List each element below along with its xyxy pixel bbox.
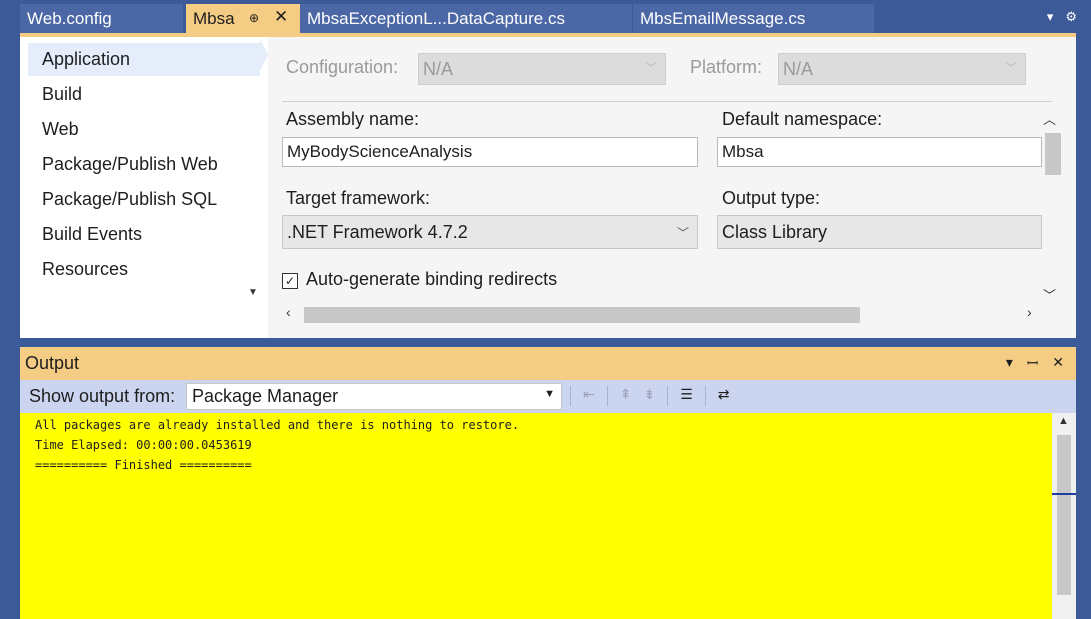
scroll-right-icon[interactable]: › — [1027, 304, 1032, 320]
target-framework-label: Target framework: — [286, 188, 431, 208]
default-namespace-label: Default namespace: — [722, 109, 883, 129]
chevron-down-icon: ﹀ — [644, 61, 657, 75]
output-type-value: Class Library — [722, 221, 828, 242]
nav-item-web[interactable]: Web — [28, 113, 260, 146]
tab-mbs-email-message[interactable]: MbsEmailMessage.cs — [633, 4, 874, 33]
target-framework-select[interactable]: .NET Framework 4.7.2 ﹀ — [282, 215, 698, 249]
close-icon[interactable]: ✕ — [274, 7, 288, 27]
default-namespace-field[interactable]: Mbsa — [717, 137, 1042, 167]
properties-horizontal-scrollbar[interactable]: ‹ › — [282, 303, 1062, 325]
scroll-position-marker — [1052, 493, 1076, 495]
configuration-value: N/A — [423, 58, 454, 79]
output-title-bar: Output ▾ ꟷ ✕ — [20, 347, 1076, 380]
nav-item-application[interactable]: Application — [28, 43, 260, 76]
output-line: Time Elapsed: 00:00:00.0453619 — [35, 438, 252, 452]
document-tab-strip: Web.config Mbsa ⊕ ✕ MbsaExceptionL...Dat… — [20, 4, 1091, 33]
find-message-icon[interactable]: ⇤ — [583, 386, 595, 406]
output-toolbar: Show output from: Package Manager ▼ ⇤ ⇞ … — [20, 380, 1076, 413]
scroll-thumb[interactable] — [1057, 435, 1071, 595]
scroll-left-icon[interactable]: ‹ — [286, 304, 291, 320]
configuration-select: N/A ﹀ — [418, 53, 666, 85]
clear-all-icon[interactable]: ☰ — [680, 386, 693, 406]
scroll-up-icon[interactable]: ▲ — [1058, 415, 1069, 427]
toolbar-separator — [570, 386, 571, 406]
default-namespace-value: Mbsa — [722, 142, 764, 161]
chevron-down-icon: ﹀ — [1004, 61, 1017, 75]
chevron-down-icon: ▼ — [544, 388, 555, 400]
nav-item-package-publish-web[interactable]: Package/Publish Web — [28, 148, 260, 181]
tab-list-dropdown-icon[interactable]: ▾ — [1047, 9, 1054, 25]
tab-mbsa[interactable]: Mbsa ⊕ ✕ — [186, 4, 301, 33]
output-vertical-scrollbar[interactable]: ▲ — [1052, 413, 1076, 619]
nav-item-resources[interactable]: Resources — [28, 253, 260, 286]
tab-strip-tools: ▾ ⚙ — [1047, 9, 1077, 25]
show-output-from-value: Package Manager — [192, 386, 339, 406]
nav-item-build[interactable]: Build — [28, 78, 260, 111]
close-icon[interactable]: ✕ — [1052, 354, 1064, 373]
toolbar-separator — [704, 386, 706, 406]
divider — [282, 101, 1052, 102]
scroll-thumb[interactable] — [304, 307, 860, 323]
toolbar-separator — [606, 386, 608, 406]
auto-generate-label: Auto-generate binding redirects — [306, 269, 558, 289]
properties-vertical-scrollbar[interactable]: ︿ ﹀ — [1038, 107, 1064, 307]
application-page: Configuration: N/A ﹀ Platform: N/A ﹀ Ass… — [268, 37, 1076, 338]
scroll-thumb[interactable] — [1045, 133, 1061, 175]
target-framework-value: .NET Framework 4.7.2 — [287, 221, 468, 242]
pin-icon[interactable]: ꟷ — [1027, 354, 1038, 373]
nav-item-build-events[interactable]: Build Events — [28, 218, 260, 251]
show-output-from-label: Show output from: — [29, 386, 176, 406]
configuration-label: Configuration: — [286, 57, 399, 77]
assembly-name-value: MyBodyScienceAnalysis — [287, 142, 473, 161]
tab-label: Mbsa — [193, 8, 235, 28]
word-wrap-icon[interactable]: ⇄ — [718, 386, 730, 406]
visual-studio-window: Web.config Mbsa ⊕ ✕ MbsaExceptionL...Dat… — [0, 0, 1091, 619]
output-text-area[interactable]: All packages are already installed and t… — [20, 413, 1052, 619]
properties-nav: Application Build Web Package/Publish We… — [20, 37, 268, 338]
output-title-tools: ▾ ꟷ ✕ — [1006, 354, 1064, 373]
scroll-down-icon[interactable]: ﹀ — [1043, 285, 1056, 304]
platform-value: N/A — [783, 58, 814, 79]
project-properties-panel: Application Build Web Package/Publish We… — [20, 33, 1076, 338]
output-line: ========== Finished ========== — [35, 458, 252, 472]
output-title: Output — [25, 353, 80, 373]
tab-label: MbsEmailMessage.cs — [640, 8, 806, 28]
selected-notch — [260, 39, 268, 71]
previous-message-icon[interactable]: ⇞ — [620, 386, 632, 406]
pin-icon[interactable]: ⊕ — [249, 11, 259, 25]
gear-icon[interactable]: ⚙ — [1065, 9, 1077, 25]
output-line: All packages are already installed and t… — [35, 418, 520, 432]
next-message-icon[interactable]: ⇟ — [643, 386, 655, 406]
output-toolbar-icons: ⇤ ⇞ ⇟ ☰ ⇄ — [570, 386, 730, 406]
scroll-up-icon[interactable]: ︿ — [1043, 109, 1056, 128]
output-type-label: Output type: — [722, 188, 821, 208]
chevron-down-icon: ﹀ — [676, 226, 689, 240]
window-menu-icon[interactable]: ▾ — [1006, 354, 1013, 373]
tab-web-config[interactable]: Web.config — [20, 4, 183, 33]
show-output-from-select[interactable]: Package Manager ▼ — [186, 383, 562, 410]
tab-mbsa-exception-logger[interactable]: MbsaExceptionL...DataCapture.cs — [300, 4, 632, 33]
nav-scroll-down-icon[interactable]: ▼ — [248, 287, 258, 298]
assembly-name-label: Assembly name: — [286, 109, 420, 129]
output-type-select[interactable]: Class Library — [717, 215, 1042, 249]
tab-label: Web.config — [27, 8, 112, 28]
toolbar-separator — [667, 386, 669, 406]
platform-select: N/A ﹀ — [778, 53, 1026, 85]
tab-label: MbsaExceptionL...DataCapture.cs — [307, 8, 565, 28]
platform-label: Platform: — [690, 57, 763, 77]
nav-item-package-publish-sql[interactable]: Package/Publish SQL — [28, 183, 260, 216]
auto-generate-checkbox[interactable]: ✓ — [282, 273, 298, 289]
assembly-name-field[interactable]: MyBodyScienceAnalysis — [282, 137, 698, 167]
